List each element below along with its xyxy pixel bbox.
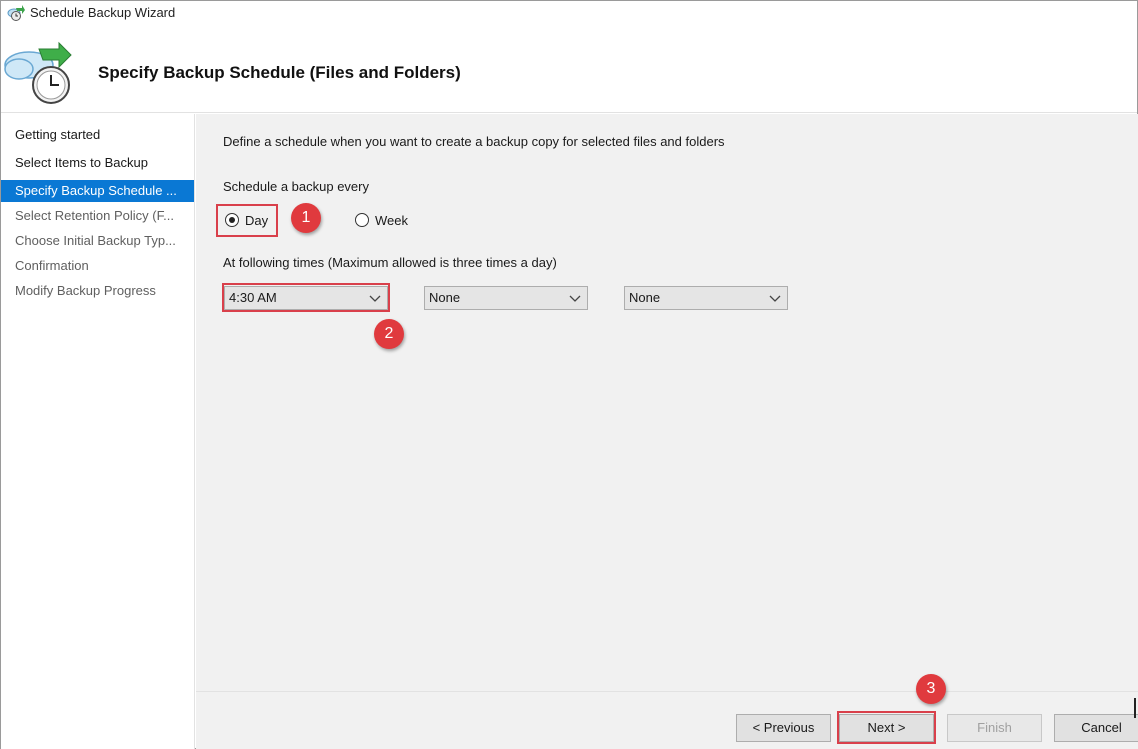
text-cursor-icon (1134, 698, 1136, 718)
chevron-down-icon (569, 295, 581, 302)
chevron-down-icon (369, 295, 381, 302)
radio-week[interactable]: Week (355, 210, 408, 230)
time-select-2-value: None (429, 290, 461, 305)
nav-step-retention-policy[interactable]: Select Retention Policy (F... (1, 205, 194, 227)
next-button[interactable]: Next > (839, 714, 934, 742)
page-title: Specify Backup Schedule (Files and Folde… (98, 63, 461, 82)
wizard-header: Specify Backup Schedule (Files and Folde… (1, 25, 1137, 113)
previous-button[interactable]: < Previous (736, 714, 831, 742)
radio-day-indicator[interactable] (225, 213, 239, 227)
window-title: Schedule Backup Wizard (30, 5, 176, 20)
time-select-1-value: 4:30 AM (229, 290, 277, 305)
backup-app-icon (7, 5, 25, 21)
schedule-panel: Define a schedule when you want to creat… (196, 114, 1138, 691)
title-bar: Schedule Backup Wizard (1, 1, 1137, 25)
backup-schedule-icon (4, 41, 72, 104)
radio-week-label: Week (375, 212, 408, 228)
callout-2: 2 (374, 319, 404, 349)
wizard-steps-nav: Getting started Select Items to Backup S… (1, 114, 195, 749)
chevron-down-icon (769, 295, 781, 302)
times-label: At following times (Maximum allowed is t… (223, 255, 557, 270)
time-select-3[interactable]: None (624, 286, 788, 310)
nav-step-initial-backup-type[interactable]: Choose Initial Backup Typ... (1, 230, 194, 252)
wizard-footer: < Previous Next > Finish Cancel 3 (196, 674, 1138, 749)
radio-day-label: Day (245, 212, 269, 228)
nav-step-specify-schedule[interactable]: Specify Backup Schedule ... (1, 180, 194, 202)
nav-step-modify-progress[interactable]: Modify Backup Progress (1, 280, 194, 302)
time-select-1[interactable]: 4:30 AM (224, 286, 388, 310)
nav-step-select-items[interactable]: Select Items to Backup (1, 152, 194, 174)
intro-text: Define a schedule when you want to creat… (223, 134, 725, 149)
nav-step-getting-started[interactable]: Getting started (1, 124, 194, 146)
callout-1: 1 (291, 203, 321, 233)
wizard-window: Schedule Backup Wizard Specify Backup Sc… (0, 0, 1138, 749)
radio-day[interactable]: Day (225, 210, 268, 230)
time-select-3-value: None (629, 290, 661, 305)
radio-week-indicator[interactable] (355, 213, 369, 227)
time-select-2[interactable]: None (424, 286, 588, 310)
callout-3: 3 (916, 674, 946, 704)
cancel-button[interactable]: Cancel (1054, 714, 1138, 742)
schedule-frequency-label: Schedule a backup every (223, 179, 369, 194)
nav-step-confirmation[interactable]: Confirmation (1, 255, 194, 277)
finish-button[interactable]: Finish (947, 714, 1042, 742)
